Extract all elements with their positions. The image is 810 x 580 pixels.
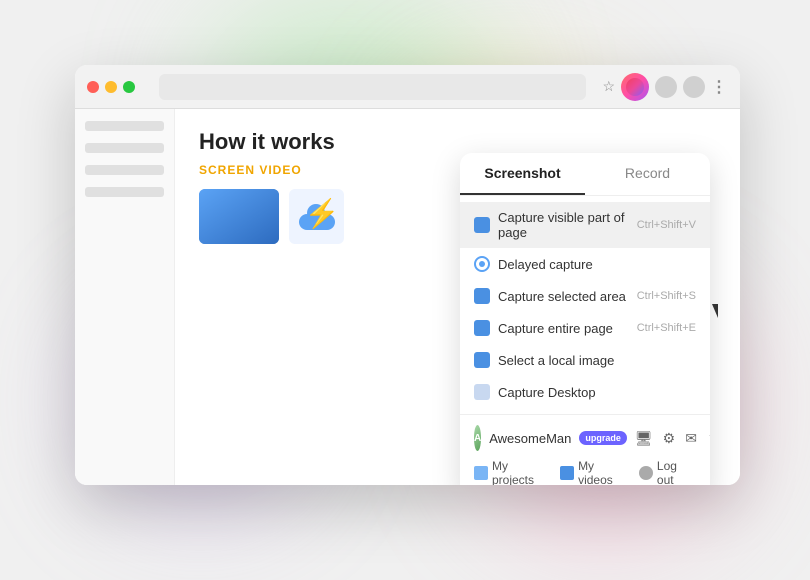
popup-dropdown: Screenshot Record Capture visible part o… bbox=[460, 153, 710, 485]
browser-btn-1[interactable] bbox=[655, 76, 677, 98]
menu-item-delayed-capture[interactable]: Delayed capture bbox=[460, 248, 710, 280]
my-videos-label: My videos bbox=[578, 459, 631, 485]
minimize-button[interactable] bbox=[105, 81, 117, 93]
thumbnail-2: ⚡ bbox=[289, 189, 344, 244]
capture-visible-label: Capture visible part of page bbox=[498, 210, 629, 240]
browser-window: ☆ ⋮ How it works SCREEN VIDEO bbox=[75, 65, 740, 485]
footer-links: My projects My videos Log out bbox=[474, 459, 696, 485]
webpage-sidebar bbox=[75, 109, 175, 485]
delayed-capture-label: Delayed capture bbox=[498, 257, 696, 272]
local-image-icon bbox=[474, 352, 490, 368]
tab-record[interactable]: Record bbox=[585, 153, 710, 195]
capture-desktop-icon bbox=[474, 384, 490, 400]
page-title: How it works bbox=[199, 129, 716, 155]
my-projects-icon bbox=[474, 466, 488, 480]
logout-label: Log out bbox=[657, 459, 696, 485]
capture-visible-icon bbox=[474, 217, 490, 233]
sidebar-line-1 bbox=[85, 121, 164, 131]
mail-icon[interactable]: ✉ bbox=[685, 430, 697, 447]
monitor-icon[interactable]: 🖥 bbox=[635, 430, 653, 447]
menu-item-local-image[interactable]: Select a local image bbox=[460, 344, 710, 376]
capture-selected-shortcut: Ctrl+Shift+S bbox=[637, 290, 696, 302]
footer-user-row: A AwesomeMan upgrade 🖥 ⚙ ✉ ⬆ bbox=[474, 425, 696, 451]
webpage-content: How it works SCREEN VIDEO ⚡ bbox=[75, 109, 740, 485]
browser-more-icon[interactable]: ⋮ bbox=[711, 77, 728, 97]
lightning-icon: ⚡ bbox=[305, 197, 340, 230]
sidebar-line-2 bbox=[85, 143, 164, 153]
browser-btn-2[interactable] bbox=[683, 76, 705, 98]
extension-icon-inner bbox=[626, 78, 644, 96]
my-projects-link[interactable]: My projects bbox=[474, 459, 552, 485]
browser-extension-icons: ☆ ⋮ bbox=[602, 73, 728, 101]
delayed-capture-icon-inner bbox=[479, 261, 485, 267]
menu-item-capture-desktop[interactable]: Capture Desktop bbox=[460, 376, 710, 408]
capture-entire-shortcut: Ctrl+Shift+E bbox=[637, 322, 696, 334]
browser-window-controls bbox=[87, 81, 135, 93]
bookmark-icon[interactable]: ☆ bbox=[602, 78, 615, 95]
browser-chrome: ☆ ⋮ bbox=[75, 65, 740, 109]
capture-visible-shortcut: Ctrl+Shift+V bbox=[637, 219, 696, 231]
capture-selected-icon bbox=[474, 288, 490, 304]
logout-icon bbox=[639, 466, 653, 480]
footer-icons: 🖥 ⚙ ✉ ⬆ bbox=[635, 430, 710, 447]
thumbnail-1 bbox=[199, 189, 279, 244]
thumbnail-1-inner bbox=[199, 189, 279, 244]
settings-icon[interactable]: ⚙ bbox=[663, 430, 676, 447]
menu-item-capture-selected[interactable]: Capture selected area Ctrl+Shift+S bbox=[460, 280, 710, 312]
popup-menu: Capture visible part of page Ctrl+Shift+… bbox=[460, 196, 710, 414]
user-avatar: A bbox=[474, 425, 481, 451]
tab-screenshot[interactable]: Screenshot bbox=[460, 153, 585, 195]
close-button[interactable] bbox=[87, 81, 99, 93]
popup-footer: A AwesomeMan upgrade 🖥 ⚙ ✉ ⬆ My projects bbox=[460, 414, 710, 485]
username: AwesomeMan bbox=[489, 431, 571, 446]
delayed-capture-icon bbox=[474, 256, 490, 272]
my-projects-label: My projects bbox=[492, 459, 552, 485]
extension-icon[interactable] bbox=[621, 73, 649, 101]
maximize-button[interactable] bbox=[123, 81, 135, 93]
upload-icon[interactable]: ⬆ bbox=[707, 430, 710, 447]
popup-tabs: Screenshot Record bbox=[460, 153, 710, 196]
cloud-icon: ⚡ bbox=[299, 204, 335, 230]
local-image-label: Select a local image bbox=[498, 353, 696, 368]
sidebar-line-4 bbox=[85, 187, 164, 197]
url-bar[interactable] bbox=[159, 74, 586, 100]
my-videos-icon bbox=[560, 466, 574, 480]
capture-entire-label: Capture entire page bbox=[498, 321, 629, 336]
capture-selected-label: Capture selected area bbox=[498, 289, 629, 304]
capture-desktop-label: Capture Desktop bbox=[498, 385, 696, 400]
menu-item-capture-visible[interactable]: Capture visible part of page Ctrl+Shift+… bbox=[460, 202, 710, 248]
log-out-link[interactable]: Log out bbox=[639, 459, 696, 485]
my-videos-link[interactable]: My videos bbox=[560, 459, 631, 485]
sidebar-line-3 bbox=[85, 165, 164, 175]
upgrade-badge[interactable]: upgrade bbox=[579, 431, 627, 445]
capture-entire-icon bbox=[474, 320, 490, 336]
menu-item-capture-entire[interactable]: Capture entire page Ctrl+Shift+E bbox=[460, 312, 710, 344]
